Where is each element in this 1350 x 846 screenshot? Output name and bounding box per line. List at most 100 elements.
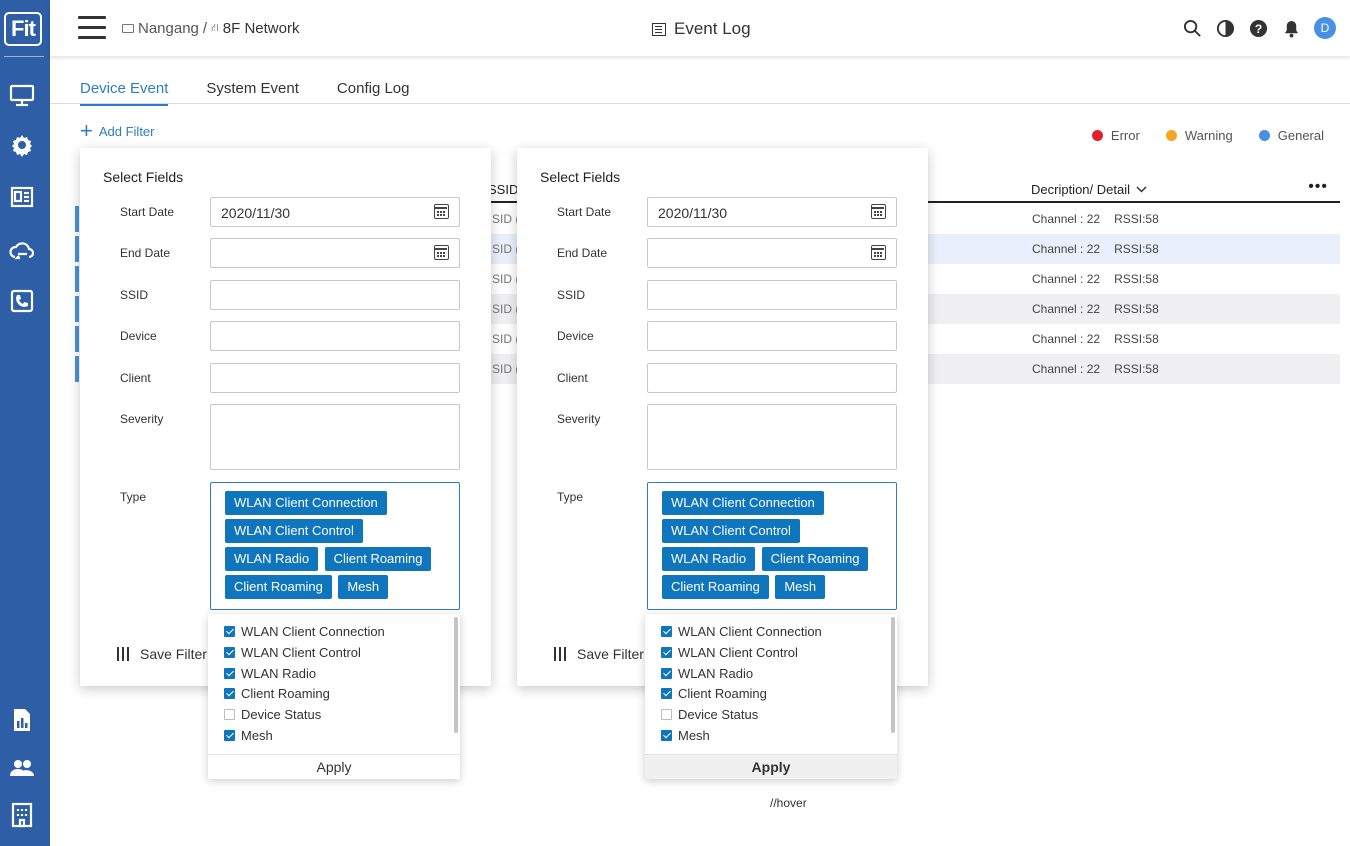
apply-button[interactable]: Apply — [208, 754, 460, 779]
type-select[interactable]: WLAN Client Connection WLAN Client Contr… — [647, 482, 897, 610]
checkbox-checked-icon[interactable] — [224, 730, 235, 741]
client-input[interactable] — [210, 363, 460, 393]
type-chip[interactable]: Client Roaming — [761, 547, 869, 571]
ssid-input[interactable] — [210, 280, 460, 310]
row-channel: Channel : 22 — [1032, 212, 1101, 226]
type-chip[interactable]: Client Roaming — [662, 575, 769, 599]
type-label: Type — [120, 490, 147, 504]
checkbox-unchecked-icon[interactable] — [661, 709, 672, 720]
users-icon[interactable] — [7, 753, 37, 783]
type-option[interactable]: Mesh — [661, 728, 710, 743]
option-label: Client Roaming — [678, 686, 767, 701]
tab-device-event[interactable]: Device Event — [80, 78, 169, 106]
checkbox-checked-icon[interactable] — [224, 668, 235, 679]
row-channel: Channel : 22 — [1032, 332, 1101, 346]
checkbox-checked-icon[interactable] — [661, 668, 672, 679]
start-date-field[interactable]: 2020/11/30 — [210, 197, 460, 227]
column-ssid[interactable]: SSID — [488, 182, 518, 197]
dropdown-scrollbar[interactable] — [454, 617, 458, 733]
type-chip[interactable]: WLAN Radio — [225, 547, 319, 571]
type-chip[interactable]: WLAN Client Control — [225, 519, 363, 543]
breadcrumb-network[interactable]: 8F Network — [223, 20, 300, 37]
start-date-value: 2020/11/30 — [658, 205, 728, 221]
type-option[interactable]: WLAN Radio — [224, 666, 316, 681]
report-icon[interactable] — [7, 705, 37, 735]
checkbox-checked-icon[interactable] — [224, 647, 235, 658]
help-icon[interactable]: ? — [1248, 18, 1269, 39]
monitor-icon[interactable] — [7, 80, 37, 110]
page-title: Event Log — [652, 19, 751, 39]
calendar-icon[interactable] — [434, 204, 449, 219]
tab-system-event[interactable]: System Event — [206, 78, 299, 106]
type-option[interactable]: WLAN Client Connection — [224, 624, 385, 639]
user-avatar[interactable]: D — [1314, 17, 1336, 39]
type-chip[interactable]: Client Roaming — [324, 547, 432, 571]
client-input[interactable] — [647, 363, 897, 393]
apply-button-hover[interactable]: Apply — [645, 754, 897, 779]
dropdown-scrollbar[interactable] — [891, 617, 895, 733]
chevron-down-icon — [1136, 186, 1147, 193]
checkbox-checked-icon[interactable] — [224, 626, 235, 637]
breadcrumb-site[interactable]: Nangang — [138, 20, 199, 37]
severity-label: Severity — [557, 412, 601, 426]
tabs-divider — [50, 103, 1350, 104]
gear-icon[interactable] — [7, 130, 37, 160]
checkbox-checked-icon[interactable] — [224, 688, 235, 699]
type-chip[interactable]: WLAN Client Connection — [225, 491, 387, 515]
type-option[interactable]: Client Roaming — [661, 686, 767, 701]
ssid-input[interactable] — [647, 280, 897, 310]
option-label: WLAN Radio — [241, 666, 317, 681]
type-option[interactable]: Device Status — [661, 707, 758, 722]
checkbox-checked-icon[interactable] — [661, 688, 672, 699]
device-input[interactable] — [210, 321, 460, 351]
type-chip[interactable]: WLAN Client Control — [662, 519, 800, 543]
calendar-icon[interactable] — [434, 245, 449, 260]
type-chip[interactable]: WLAN Radio — [662, 547, 756, 571]
type-chip[interactable]: Client Roaming — [225, 575, 332, 599]
building-icon[interactable] — [7, 800, 37, 830]
type-option[interactable]: WLAN Client Connection — [661, 624, 822, 639]
save-filter-button[interactable]: Save Filter — [553, 646, 644, 662]
type-option[interactable]: Client Roaming — [224, 686, 330, 701]
checkbox-checked-icon[interactable] — [661, 626, 672, 637]
type-chip[interactable]: WLAN Client Connection — [662, 491, 824, 515]
calendar-icon[interactable] — [871, 204, 886, 219]
option-label: WLAN Client Connection — [241, 624, 385, 639]
more-options-icon[interactable]: ••• — [1308, 178, 1328, 196]
severity-select[interactable] — [210, 404, 460, 470]
contrast-icon[interactable] — [1215, 18, 1236, 39]
event-tabs: Device Event System Event Config Log — [80, 78, 447, 106]
bell-icon[interactable] — [1281, 18, 1302, 39]
news-icon[interactable] — [7, 182, 37, 212]
end-date-field[interactable] — [210, 238, 460, 268]
column-description[interactable]: Decription/ Detail — [1031, 182, 1147, 197]
severity-select[interactable] — [647, 404, 897, 470]
phone-icon[interactable] — [7, 286, 37, 316]
checkbox-checked-icon[interactable] — [661, 647, 672, 658]
checkbox-checked-icon[interactable] — [661, 730, 672, 741]
type-option[interactable]: WLAN Client Control — [661, 645, 798, 660]
type-select[interactable]: WLAN Client Connection WLAN Client Contr… — [210, 482, 460, 610]
checkbox-unchecked-icon[interactable] — [224, 709, 235, 720]
row-rssi: RSSI:58 — [1114, 362, 1159, 376]
end-date-field[interactable] — [647, 238, 897, 268]
hamburger-menu-icon[interactable] — [78, 16, 108, 40]
add-filter-button[interactable]: + Add Filter — [80, 120, 155, 142]
legend-general: General — [1258, 128, 1324, 143]
cloud-sync-icon[interactable] — [7, 236, 37, 266]
calendar-icon[interactable] — [871, 245, 886, 260]
type-option[interactable]: Mesh — [224, 728, 273, 743]
type-option[interactable]: WLAN Client Control — [224, 645, 361, 660]
type-chip[interactable]: Mesh — [775, 575, 826, 599]
start-date-field[interactable]: 2020/11/30 — [647, 197, 897, 227]
type-chip[interactable]: Mesh — [338, 575, 389, 599]
option-label: WLAN Client Control — [678, 645, 798, 660]
option-label: Device Status — [678, 707, 759, 722]
app-logo[interactable]: Fit — [4, 12, 42, 46]
save-filter-button[interactable]: Save Filter — [116, 646, 207, 662]
type-option[interactable]: Device Status — [224, 707, 321, 722]
tab-config-log[interactable]: Config Log — [337, 78, 410, 106]
search-icon[interactable] — [1182, 18, 1203, 39]
device-input[interactable] — [647, 321, 897, 351]
type-option[interactable]: WLAN Radio — [661, 666, 753, 681]
